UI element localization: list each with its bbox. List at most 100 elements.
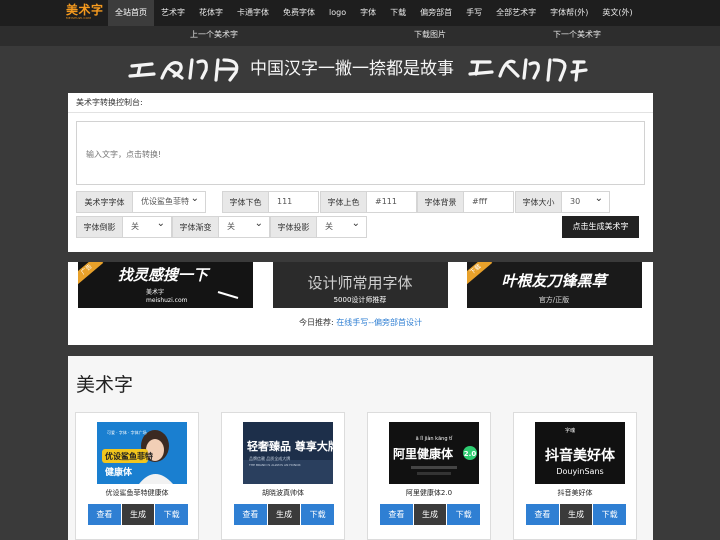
thumb-tags: 可爱 · 字体 · 字体广场 — [107, 429, 147, 435]
font-thumbnail[interactable]: 轻奢臻品 尊享大牌 品牌信赖 品质全成大牌 THE BRAND IS ALWAY… — [243, 422, 333, 484]
font-card: ā lǐ jiàn kāng tǐ 阿里健康体 2.0 阿里健康体2.0 查看 … — [367, 412, 491, 540]
thumb-sub-2: THE BRAND IS ALWAYS AN HONOR — [248, 463, 301, 467]
ad-designer-graphic: 设计师常用字体 5000设计师推荐 — [307, 274, 412, 304]
card-actions: 查看 生成 下载 — [88, 504, 189, 525]
sub-navbar: 上一个美术字 下载图片 下一个美术字 — [0, 26, 720, 46]
thumb-graphic: 可爱 · 字体 · 字体广场 优设鲨鱼菲特 健康体 — [97, 422, 187, 484]
background-label: 字体背景 — [417, 191, 464, 213]
font-thumbnail[interactable]: ā lǐ jiàn kāng tǐ 阿里健康体 2.0 — [389, 422, 479, 484]
logo-text: 美术字 — [66, 3, 104, 17]
gradient-label: 字体渐变 — [172, 216, 219, 238]
nav-item[interactable]: 全部艺术字 — [489, 0, 543, 26]
nav-item[interactable]: 下载 — [383, 0, 413, 26]
font-name: 抖音美好体 — [557, 489, 593, 497]
generate-font-button[interactable]: 生成 — [413, 504, 447, 525]
view-button[interactable]: 查看 — [234, 504, 267, 525]
font-name: 阿里健康体2.0 — [405, 489, 453, 497]
nav-item[interactable]: 艺术字 — [154, 0, 192, 26]
ad-banner-download-font[interactable]: 下载 叶根友刀锋黑草 官方/正版 — [467, 262, 642, 308]
reflect-label: 字体倒影 — [76, 216, 123, 238]
next-font-link[interactable]: 下一个美术字 — [553, 26, 601, 44]
section-title: 美术字 — [76, 374, 134, 396]
decorative-calligraphy-right — [468, 58, 588, 82]
font-thumbnail[interactable]: 字魂 抖音美好体 DouyinSans — [535, 422, 625, 484]
card-actions: 查看 生成 下载 — [380, 504, 481, 525]
text-input[interactable] — [76, 121, 645, 185]
thumb-title: 阿里健康体 — [393, 446, 454, 461]
shadow-select[interactable]: 关 — [316, 216, 367, 238]
thumb-title: 优设鲨鱼菲特 — [105, 451, 153, 461]
thumb-title-2: 健康体 — [105, 466, 133, 478]
font-thumbnail[interactable]: 可爱 · 字体 · 字体广场 优设鲨鱼菲特 健康体 — [97, 422, 187, 484]
meishuzi-section: 美术字 可爱 · 字体 · 字体广场 优设鲨鱼菲特 健康体 优设鲨鱼菲特健康体 … — [68, 356, 653, 540]
bottom-color-label: 字体下色 — [222, 191, 269, 213]
font-card: 字魂 抖音美好体 DouyinSans 抖音美好体 查看 生成 下载 — [513, 412, 637, 540]
nav-item[interactable]: 偏旁部首 — [413, 0, 459, 26]
hero-banner: 中国汉字一撇一捺都是故事 — [128, 52, 588, 86]
thumb-graphic: 轻奢臻品 尊享大牌 品牌信赖 品质全成大牌 THE BRAND IS ALWAY… — [243, 422, 333, 484]
card-actions: 查看 生成 下载 — [234, 504, 335, 525]
prev-font-link[interactable]: 上一个美术字 — [190, 26, 238, 44]
ad-banner-designer-fonts[interactable]: 设计师常用字体 5000设计师推荐 — [273, 262, 448, 308]
site-logo[interactable]: 美术字 MEISHUZI.COM — [66, 4, 106, 22]
size-label: 字体大小 — [515, 191, 562, 213]
panel-divider — [68, 112, 653, 113]
generate-font-button[interactable]: 生成 — [121, 504, 155, 525]
font-name: 胡晓波真帅体 — [262, 489, 304, 497]
decorative-calligraphy-left — [128, 58, 239, 82]
nav-item[interactable]: 英文(外) — [595, 0, 639, 26]
thumb-sub: 品牌信赖 品质全成大牌 — [249, 455, 290, 461]
download-button[interactable]: 下载 — [155, 504, 189, 525]
ad-download-graphic: 叶根友刀锋黑草 官方/正版 — [501, 272, 609, 304]
download-image-link[interactable]: 下载图片 — [414, 26, 446, 44]
shadow-label: 字体投影 — [270, 216, 317, 238]
nav-item[interactable]: 字体帮(外) — [543, 0, 595, 26]
card-actions: 查看 生成 下载 — [526, 504, 627, 525]
ad-download-title: 叶根友刀锋黑草 — [501, 272, 609, 290]
generate-font-button[interactable]: 生成 — [559, 504, 593, 525]
font-select[interactable]: 优设鲨鱼菲特 — [132, 191, 206, 213]
font-card: 可爱 · 字体 · 字体广场 优设鲨鱼菲特 健康体 优设鲨鱼菲特健康体 查看 生… — [75, 412, 199, 540]
font-name: 优设鲨鱼菲特健康体 — [105, 489, 169, 497]
ad-designer-title: 设计师常用字体 — [307, 274, 412, 292]
thumb-graphic: ā lǐ jiàn kāng tǐ 阿里健康体 2.0 — [389, 422, 479, 484]
today-recommend: 今日推荐: 在线手写--偏旁部首设计 — [68, 317, 653, 328]
view-button[interactable]: 查看 — [526, 504, 559, 525]
ad-search-line1: 美术字 — [146, 288, 164, 296]
nav-item[interactable]: 卡通字体 — [230, 0, 276, 26]
nav-item[interactable]: 免费字体 — [276, 0, 322, 26]
bottom-color-input[interactable]: 111 — [268, 191, 319, 213]
today-label: 今日推荐: — [298, 318, 334, 327]
download-button[interactable]: 下载 — [447, 504, 481, 525]
today-link[interactable]: 在线手写--偏旁部首设计 — [336, 318, 422, 327]
thumb-graphic: 字魂 抖音美好体 DouyinSans — [535, 422, 625, 484]
gradient-select[interactable]: 关 — [218, 216, 270, 238]
view-button[interactable]: 查看 — [380, 504, 413, 525]
nav-item[interactable]: logo — [322, 0, 353, 26]
top-color-input[interactable]: #111 — [366, 191, 417, 213]
generate-font-button[interactable]: 生成 — [267, 504, 301, 525]
thumb-title: 抖音美好体 — [545, 447, 616, 464]
background-input[interactable]: #fff — [463, 191, 514, 213]
ad-download-subtitle: 官方/正版 — [539, 295, 569, 304]
nav-item[interactable]: 字体 — [353, 0, 383, 26]
converter-panel: 美术字转换控制台: 美术字字体 优设鲨鱼菲特 字体下色 111 字体上色 #11… — [68, 93, 653, 252]
view-button[interactable]: 查看 — [88, 504, 121, 525]
download-button[interactable]: 下载 — [301, 504, 335, 525]
reflect-select[interactable]: 关 — [122, 216, 172, 238]
ad-banner-search[interactable]: 广告 找灵感搜一下 美术字 meishuzi.com — [78, 262, 253, 308]
main-nav: 全站首页 艺术字 花体字 卡通字体 免费字体 logo 字体 下载 偏旁部首 手写 全部艺术字 字体帮… — [108, 0, 640, 26]
size-select[interactable]: 30 — [561, 191, 610, 213]
ad-strip: 广告 找灵感搜一下 美术字 meishuzi.com 设计师常用字体 5000设… — [68, 262, 653, 345]
ad-brush-text-graphic: 找灵感搜一下 美术字 meishuzi.com — [118, 266, 239, 304]
nav-item[interactable]: 全站首页 — [108, 0, 154, 26]
generate-button[interactable]: 点击生成美术字 — [562, 216, 639, 238]
thumb-sub: DouyinSans — [556, 467, 603, 476]
nav-item[interactable]: 手写 — [459, 0, 489, 26]
panel-title: 美术字转换控制台: — [76, 98, 143, 107]
top-color-label: 字体上色 — [320, 191, 367, 213]
font-card: 轻奢臻品 尊享大牌 品牌信赖 品质全成大牌 THE BRAND IS ALWAY… — [221, 412, 345, 540]
nav-item[interactable]: 花体字 — [192, 0, 230, 26]
download-button[interactable]: 下载 — [593, 504, 627, 525]
thumb-pinyin: ā lǐ jiàn kāng tǐ — [416, 435, 453, 442]
